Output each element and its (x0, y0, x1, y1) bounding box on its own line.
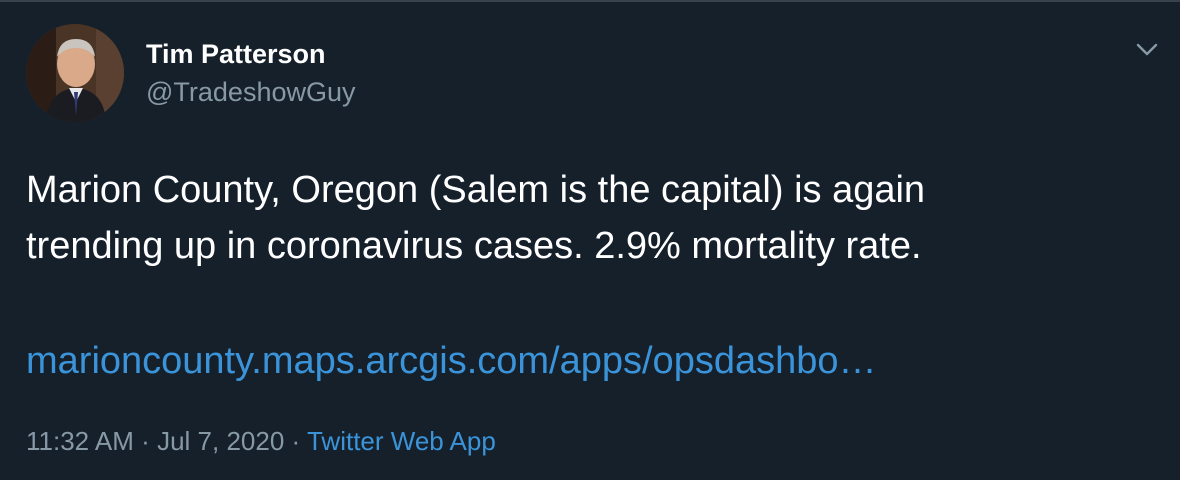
meta-separator: · (141, 426, 150, 456)
tweet-card: Tim Patterson @TradeshowGuy Marion Count… (0, 0, 1180, 480)
author-name[interactable]: Tim Patterson (146, 38, 326, 70)
tweet-text-line: Marion County, Oregon (Salem is the capi… (26, 169, 926, 211)
tweet-text-line: trending up in coronavirus cases. 2.9% m… (26, 225, 922, 267)
tweet-meta: 11:32 AM · Jul 7, 2020 · Twitter Web App (26, 424, 496, 458)
tweet-text: Marion County, Oregon (Salem is the capi… (26, 162, 1146, 274)
avatar[interactable] (26, 24, 124, 122)
tweet-source[interactable]: Twitter Web App (307, 426, 496, 456)
meta-separator: · (291, 426, 301, 456)
tweet-time[interactable]: 11:32 AM (26, 426, 134, 456)
author-handle[interactable]: @TradeshowGuy (146, 76, 356, 108)
avatar-image (26, 24, 124, 122)
tweet-link[interactable]: marioncounty.maps.arcgis.com/apps/opsdas… (26, 336, 877, 386)
tweet-date[interactable]: Jul 7, 2020 (157, 426, 284, 456)
chevron-down-icon[interactable] (1132, 38, 1162, 62)
